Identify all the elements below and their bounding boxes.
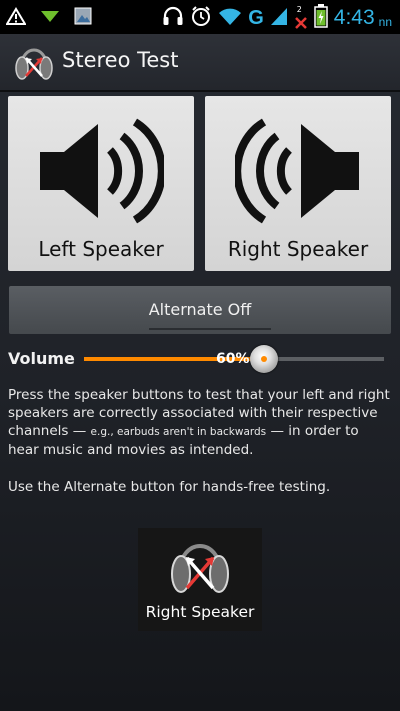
headphones-icon [162, 6, 184, 30]
network-type: G [248, 6, 264, 29]
alternate-label: Alternate Off [148, 300, 252, 319]
right-speaker-label: Right Speaker [227, 237, 369, 261]
app-title: Stereo Test [62, 48, 179, 72]
image-icon [74, 7, 92, 29]
battery-icon [314, 4, 328, 32]
clock: 4:43 [333, 6, 375, 29]
left-speaker-button[interactable]: Left Speaker [8, 96, 194, 271]
right-speaker-button[interactable]: Right Speaker [205, 96, 391, 271]
download-icon [40, 8, 60, 28]
volume-percent: 60% [216, 351, 250, 367]
left-speaker-label: Left Speaker [38, 237, 164, 261]
action-bar: Stereo Test [0, 34, 400, 92]
status-bar-notifications [5, 7, 92, 29]
signal-icon [270, 6, 288, 30]
alternate-toggle-button[interactable]: Alternate Off [9, 286, 391, 334]
instructions-example: e.g., earbuds aren't in backwards [90, 426, 267, 438]
alternate-indicator [149, 328, 271, 330]
alternate-hint-text: Use the Alternate button for hands-free … [8, 479, 331, 495]
sim-number: 2 [296, 5, 302, 14]
app-logo-icon[interactable] [14, 42, 54, 82]
no-sim-icon [294, 15, 308, 34]
status-bar: G 2 4:43 nn [0, 0, 400, 34]
clock-ampm: nn [378, 14, 392, 29]
now-testing-widget[interactable]: Right Speaker [138, 528, 262, 631]
warning-icon [5, 7, 27, 29]
wifi-icon [218, 6, 242, 30]
now-testing-label: Right Speaker [145, 603, 255, 621]
volume-slider-thumb[interactable] [250, 345, 278, 373]
alarm-icon [190, 5, 212, 31]
status-bar-system: G 2 4:43 nn [162, 4, 392, 32]
instructions-text: Press the speaker buttons to test that y… [8, 386, 393, 459]
sim-slot: 2 [294, 5, 308, 31]
volume-label: Volume [8, 349, 75, 368]
